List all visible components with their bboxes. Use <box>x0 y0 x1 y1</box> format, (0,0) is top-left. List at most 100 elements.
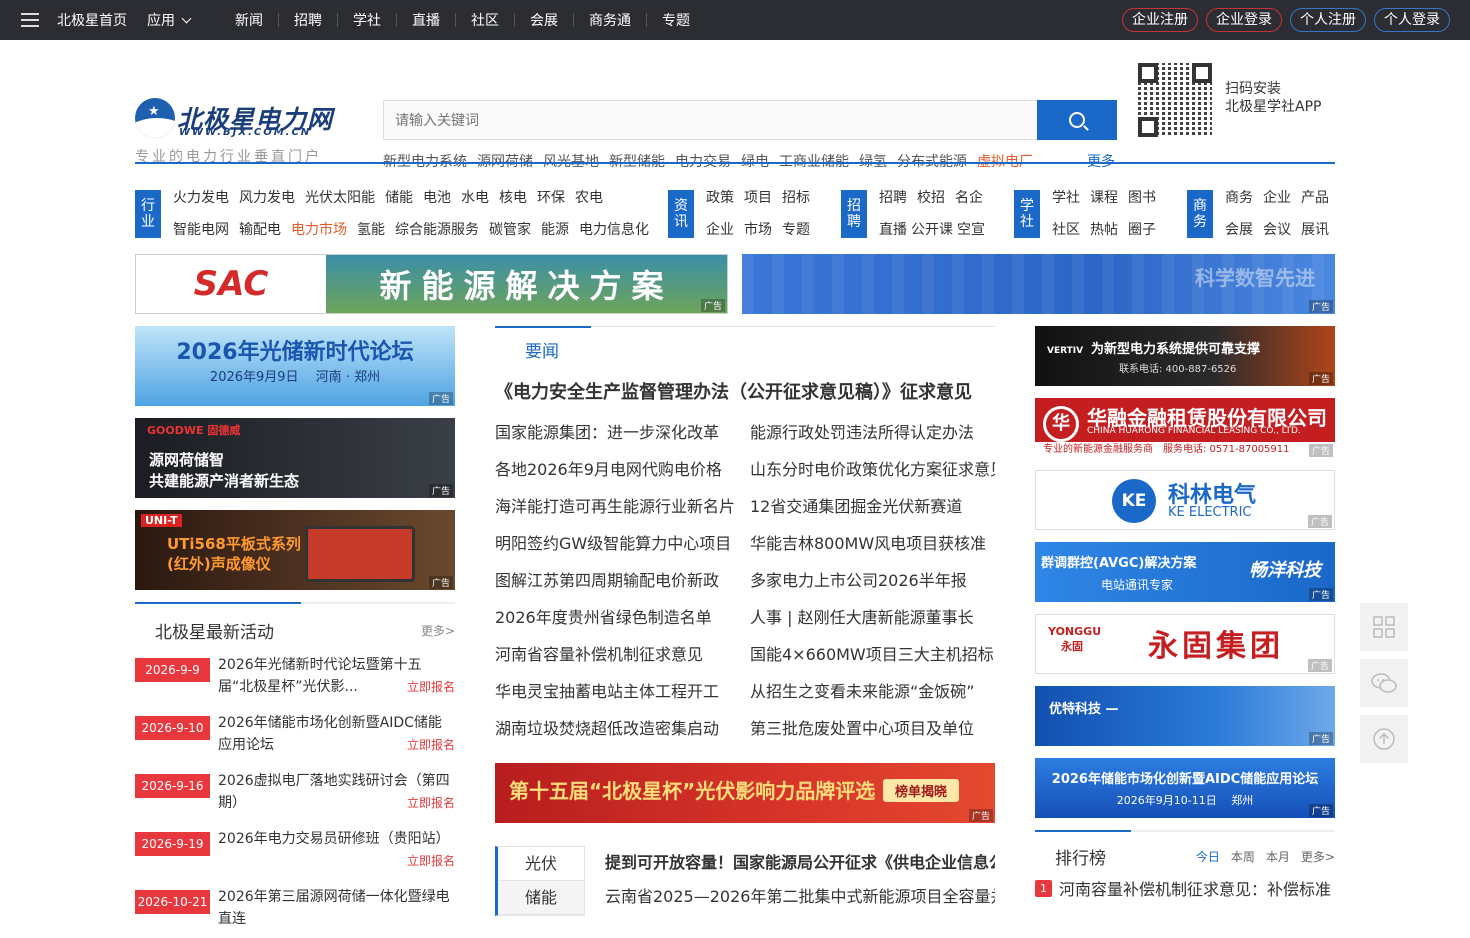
register-link[interactable]: 立即报名 <box>407 678 455 695</box>
news-item[interactable]: 2026年度贵州省绿色制造名单 <box>495 607 750 629</box>
news-item[interactable]: 湖南垃圾焚烧超低改造密集启动 <box>495 718 750 740</box>
news-item[interactable]: 多家电力上市公司2026半年报 <box>750 570 995 592</box>
wechat-button[interactable] <box>1360 659 1408 707</box>
news-item[interactable]: 国能4×660MW项目三大主机招标 <box>750 644 995 666</box>
hotword[interactable]: 新型电力系统 <box>383 151 467 171</box>
news-item[interactable]: 人事 | 赵刚任大唐新能源董事长 <box>750 607 995 629</box>
tab-headlines[interactable]: 要闻 <box>525 337 559 362</box>
back-to-top-button[interactable] <box>1360 715 1408 763</box>
register-link[interactable]: 立即报名 <box>407 794 455 811</box>
activities-more-link[interactable]: 更多> <box>421 622 455 639</box>
hotword[interactable]: 源网荷储 <box>477 151 533 171</box>
activity-item[interactable]: 2026-9-16 2026虚拟电厂落地实践研讨会（第四期） 立即报名 <box>135 764 455 822</box>
category-link[interactable]: 图书 <box>1128 190 1156 206</box>
category-link[interactable]: 校招 <box>917 190 945 206</box>
category-link[interactable]: 风力发电 <box>239 190 295 206</box>
category-link[interactable]: 会议 <box>1263 222 1291 238</box>
category-link[interactable]: 政策 <box>706 190 734 206</box>
category-link[interactable]: 环保 <box>537 190 565 206</box>
ad-unit[interactable]: UNI-T UTi568平板式系列 (红外)声成像仪 广告 <box>135 510 455 590</box>
news-item[interactable]: 华能吉林800MW风电项目获核准 <box>750 533 995 555</box>
tab-week[interactable]: 本周 <box>1231 848 1255 865</box>
hotword[interactable]: 分布式能源 <box>897 151 967 171</box>
category-link[interactable]: 项目 <box>744 190 772 206</box>
tab-today[interactable]: 今日 <box>1196 848 1220 865</box>
ad-ke-electric[interactable]: KE 科林电气 KE ELECTRIC 广告 <box>1035 470 1335 530</box>
hotword[interactable]: 电力交易 <box>675 151 731 171</box>
ad-storage-forum[interactable]: 2026年储能市场化创新暨AIDC储能应用论坛 2026年9月10-11日 郑州… <box>1035 758 1335 818</box>
category-link[interactable]: 水电 <box>461 190 489 206</box>
category-link[interactable]: 名企 <box>955 190 983 206</box>
category-link[interactable]: 氢能 <box>357 222 385 238</box>
nav-news[interactable]: 新闻 <box>220 10 278 30</box>
category-link[interactable]: 社区 <box>1052 222 1080 238</box>
nav-expo[interactable]: 会展 <box>515 10 573 30</box>
category-link[interactable]: 招聘 <box>879 190 907 206</box>
nav-business[interactable]: 商务通 <box>574 10 646 30</box>
category-link[interactable]: 圈子 <box>1128 222 1156 238</box>
news-item[interactable]: 图解江苏第四周期输配电价新政 <box>495 570 750 592</box>
ad-huarong[interactable]: 华 华融金融租赁股份有限公司 CHINA HUARONG FINANCIAL L… <box>1035 398 1335 458</box>
register-link[interactable]: 立即报名 <box>407 736 455 753</box>
category-link[interactable]: 电池 <box>423 190 451 206</box>
nav-live[interactable]: 直播 <box>397 10 455 30</box>
news-item[interactable]: 华电灵宝抽蓄电站主体工程开工 <box>495 681 750 703</box>
activity-item[interactable]: 2026-9-19 2026年电力交易员研修班（贵阳站） 立即报名 <box>135 822 455 880</box>
ad-yonggu[interactable]: YONGGU永固 永固集团 广告 <box>1035 614 1335 674</box>
category-link[interactable]: 电力信息化 <box>579 222 649 238</box>
tab-solar[interactable]: 光伏 <box>498 847 584 881</box>
category-link[interactable]: 学社 <box>1052 190 1080 206</box>
news-item[interactable]: 第三批危废处置中心项目及单位 <box>750 718 995 740</box>
category-link[interactable]: 专题 <box>782 222 810 238</box>
company-register-button[interactable]: 企业注册 <box>1122 8 1198 32</box>
personal-register-button[interactable]: 个人注册 <box>1290 8 1366 32</box>
ad-pv-brand-award[interactable]: 第十五届“北极星杯”光伏影响力品牌评选 榜单揭晓 广告 <box>495 763 995 823</box>
sub-news-headline[interactable]: 提到可开放容量！国家能源局公开征求《供电企业信息公开》 <box>605 852 995 874</box>
category-link[interactable]: 碳管家 <box>489 222 531 238</box>
news-item[interactable]: 12省交通集团掘金光伏新赛道 <box>750 496 995 518</box>
category-link[interactable]: 公开课 <box>911 222 953 238</box>
category-link[interactable]: 综合能源服务 <box>395 222 479 238</box>
news-item[interactable]: 能源行政处罚违法所得认定办法 <box>750 422 995 444</box>
ranking-more-link[interactable]: 更多> <box>1301 848 1335 865</box>
hotword[interactable]: 工商业储能 <box>779 151 849 171</box>
ad-banner-sac[interactable]: SAC 新能源解决方案 广告 <box>135 254 728 314</box>
hotword[interactable]: 绿电 <box>741 151 769 171</box>
ad-vertiv[interactable]: VERTIV 为新型电力系统提供可靠支撑 联系电话: 400-887-6526 … <box>1035 326 1335 386</box>
ad-changyang[interactable]: 群调群控(AVGC)解决方案 电站通讯专家 畅洋科技 广告 <box>1035 542 1335 602</box>
category-link[interactable]: 光伏太阳能 <box>305 190 375 206</box>
hotwords-more-link[interactable]: 更多 <box>1087 151 1115 171</box>
category-link[interactable]: 输配电 <box>239 222 281 238</box>
news-item[interactable]: 明阳签约GW级智能算力中心项目 <box>495 533 750 555</box>
news-item[interactable]: 国家能源集团：进一步深化改革 <box>495 422 750 444</box>
category-link[interactable]: 企业 <box>1263 190 1291 206</box>
category-link[interactable]: 智能电网 <box>173 222 229 238</box>
category-link[interactable]: 招标 <box>782 190 810 206</box>
search-input[interactable] <box>383 100 1037 140</box>
company-login-button[interactable]: 企业登录 <box>1206 8 1282 32</box>
site-logo[interactable]: ★ 北极星电力网 WWW.BJX.COM.CN 专业的电力行业垂直门户 <box>135 98 345 166</box>
category-link[interactable]: 农电 <box>575 190 603 206</box>
hotword-highlight[interactable]: 虚拟电厂 <box>977 151 1033 171</box>
activity-item[interactable]: 2026-10-21 2026年第三届源网荷储一体化暨绿电直连 <box>135 880 455 938</box>
nav-academy[interactable]: 学社 <box>338 10 396 30</box>
activity-title[interactable]: 2026年第三届源网荷储一体化暨绿电直连 <box>218 886 455 930</box>
apps-dropdown[interactable]: 应用 <box>147 10 192 30</box>
ranking-item[interactable]: 1 河南容量补偿机制征求意见：补偿标准 <box>1035 876 1335 900</box>
tab-month[interactable]: 本月 <box>1266 848 1290 865</box>
news-item[interactable]: 各地2026年9月电网代购电价格 <box>495 459 750 481</box>
category-link[interactable]: 商务 <box>1225 190 1253 206</box>
category-link[interactable]: 展讯 <box>1301 222 1329 238</box>
news-item[interactable]: 海洋能打造可再生能源行业新名片 <box>495 496 750 518</box>
register-link[interactable]: 立即报名 <box>407 852 455 869</box>
category-link[interactable]: 空宣 <box>957 222 985 238</box>
category-link[interactable]: 火力发电 <box>173 190 229 206</box>
category-link[interactable]: 市场 <box>744 222 772 238</box>
category-link[interactable]: 产品 <box>1301 190 1329 206</box>
nav-topics[interactable]: 专题 <box>647 10 705 30</box>
category-link[interactable]: 热帖 <box>1090 222 1118 238</box>
hotword[interactable]: 新型储能 <box>609 151 665 171</box>
menu-icon[interactable] <box>21 13 39 27</box>
home-link[interactable]: 北极星首页 <box>57 10 127 30</box>
nav-jobs[interactable]: 招聘 <box>279 10 337 30</box>
